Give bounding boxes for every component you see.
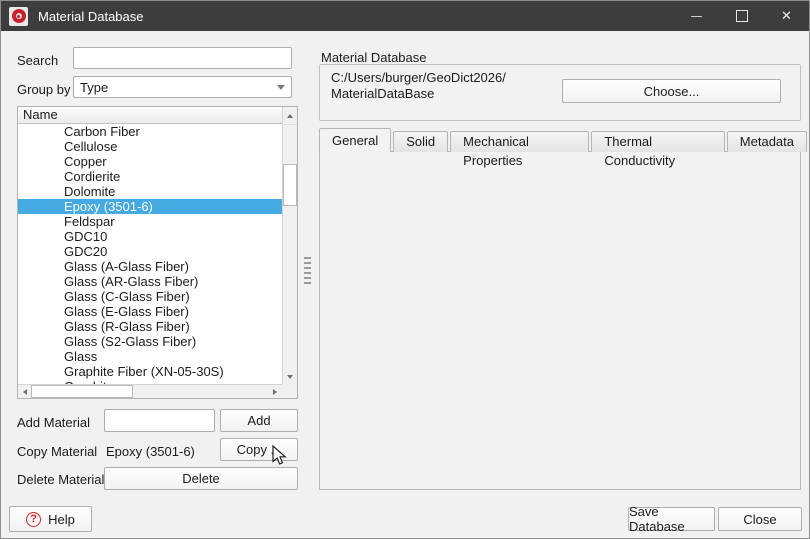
list-item[interactable]: Glass (C-Glass Fiber) (18, 289, 282, 304)
list-item[interactable]: Glass (R-Glass Fiber) (18, 319, 282, 334)
scroll-right-button[interactable] (268, 385, 282, 398)
list-item[interactable]: Cellulose (18, 139, 282, 154)
choose-button[interactable]: Choose... (562, 79, 781, 103)
group-by-value: Type (80, 79, 109, 95)
tab-mechanical-properties[interactable]: Mechanical Properties (450, 131, 590, 168)
list-item[interactable]: Carbon Fiber (18, 124, 282, 139)
scroll-left-icon (23, 388, 27, 395)
list-item[interactable]: Glass (S2-Glass Fiber) (18, 334, 282, 349)
save-database-button[interactable]: Save Database (628, 504, 715, 534)
scrollbar-corner (282, 384, 297, 398)
scroll-up-icon (287, 113, 293, 118)
question-mark-circle-icon: ? (26, 511, 42, 527)
add-material-input[interactable] (104, 409, 215, 432)
app-icon (9, 6, 28, 26)
help-button[interactable]: ? Help (9, 506, 92, 532)
database-path: C:/Users/burger/GeoDict2026/ MaterialDat… (331, 70, 506, 102)
list-item[interactable]: GDC20 (18, 244, 282, 259)
list-item[interactable]: Graphite Fiber (XN-05-30S) (18, 364, 282, 379)
minimize-icon (691, 15, 702, 17)
list-item[interactable]: GDC10 (18, 229, 282, 244)
list-items: Carbon Fiber Cellulose Copper Cordierite… (18, 124, 282, 384)
maximize-icon (735, 10, 748, 22)
list-item[interactable]: Glass (AR-Glass Fiber) (18, 274, 282, 289)
horizontal-scroll-thumb[interactable] (31, 385, 133, 398)
database-path-line2: MaterialDataBase (331, 86, 435, 101)
vertical-scrollbar[interactable] (282, 107, 297, 384)
copy-material-label: Copy Material (17, 444, 98, 459)
minimize-button[interactable] (674, 1, 719, 31)
scroll-down-button[interactable] (283, 370, 297, 384)
list-item[interactable]: Glass (18, 349, 282, 364)
search-label: Search (17, 53, 59, 68)
list-item[interactable]: Glass (E-Glass Fiber) (18, 304, 282, 319)
list-item[interactable]: Cordierite (18, 169, 282, 184)
copy-material-value: Epoxy (3501-6) (106, 444, 195, 459)
group-by-label: Group by (17, 82, 71, 97)
close-button[interactable]: ✕ (764, 1, 809, 31)
list-item[interactable]: Feldspar (18, 214, 282, 229)
arrow-cursor-icon (272, 445, 287, 465)
window-controls: ✕ (674, 1, 809, 31)
material-list: Name Carbon Fiber Cellulose Copper Cordi… (17, 106, 298, 399)
scroll-right-icon (273, 388, 277, 395)
list-item[interactable]: Copper (18, 154, 282, 169)
list-header-name[interactable]: Name (18, 107, 282, 124)
search-input[interactable] (73, 47, 292, 69)
scroll-down-icon (287, 375, 293, 379)
panel-splitter-handle[interactable] (304, 257, 311, 284)
help-button-label: Help (48, 511, 75, 527)
database-path-line1: C:/Users/burger/GeoDict2026/ (331, 70, 506, 85)
vertical-scroll-thumb[interactable] (283, 164, 297, 206)
horizontal-scrollbar[interactable] (18, 384, 282, 398)
list-item-selected[interactable]: Epoxy (3501-6) (18, 199, 282, 214)
tab-solid[interactable]: Solid (393, 131, 449, 152)
close-dialog-button[interactable]: Close (718, 507, 802, 531)
chevron-down-icon (277, 84, 285, 90)
delete-material-label: Delete Material (17, 472, 105, 487)
tab-panel-general (319, 151, 801, 490)
material-database-window: Material Database ✕ Search Group by Type… (0, 0, 810, 539)
close-icon: ✕ (781, 8, 792, 23)
tab-general[interactable]: General (319, 128, 392, 152)
tab-bar: General Solid Mechanical Properties Ther… (319, 128, 809, 168)
tab-thermal-conductivity[interactable]: Thermal Conductivity (591, 131, 725, 168)
group-by-select[interactable]: Type (73, 76, 292, 98)
scroll-up-button[interactable] (283, 107, 297, 125)
window-title: Material Database (38, 8, 144, 24)
database-group-title: Material Database (321, 50, 427, 65)
add-material-label: Add Material (17, 415, 90, 430)
list-item[interactable]: Dolomite (18, 184, 282, 199)
list-item[interactable]: Glass (A-Glass Fiber) (18, 259, 282, 274)
tab-metadata[interactable]: Metadata (726, 131, 807, 152)
delete-button[interactable]: Delete (104, 467, 298, 490)
titlebar: Material Database ✕ (1, 1, 809, 31)
add-button[interactable]: Add (220, 409, 298, 432)
maximize-button[interactable] (719, 1, 764, 31)
scroll-left-button[interactable] (18, 385, 32, 398)
